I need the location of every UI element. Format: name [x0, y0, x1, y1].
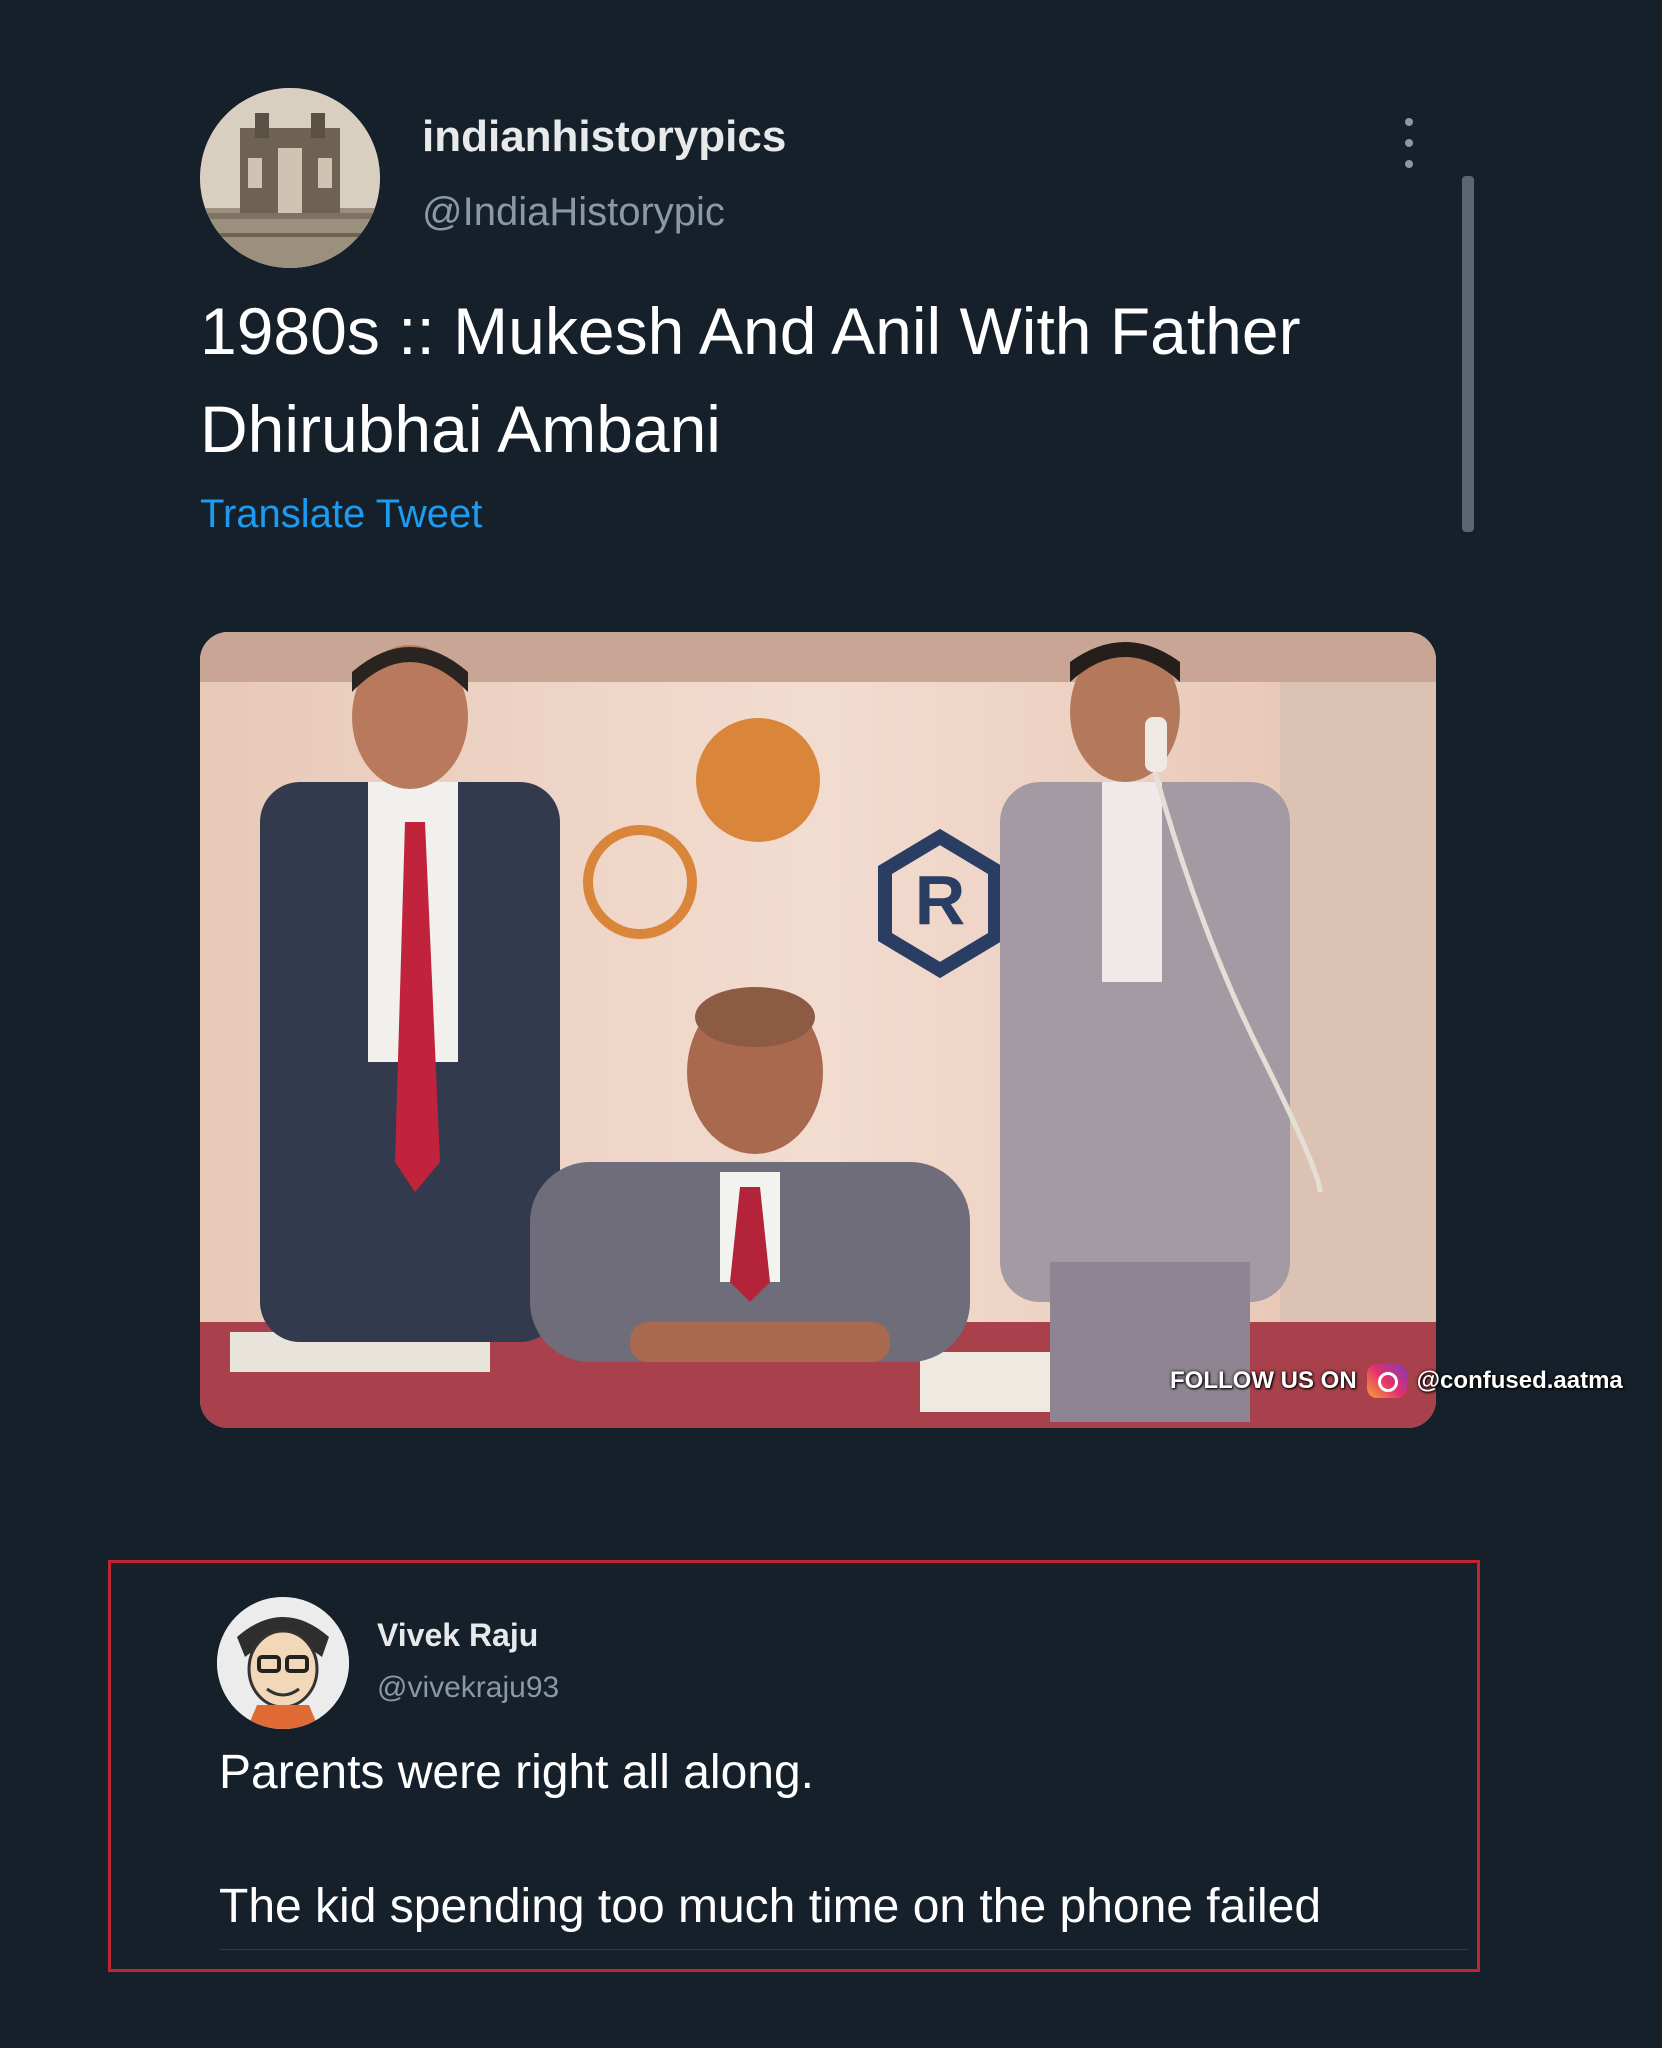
translate-tweet-link[interactable]: Translate Tweet: [200, 492, 482, 537]
watermark-handle: @confused.aatma: [1416, 1367, 1623, 1394]
reply-avatar[interactable]: [217, 1597, 349, 1729]
author-name[interactable]: indianhistorypics: [422, 112, 786, 162]
author-avatar[interactable]: [200, 88, 380, 268]
tweet-text-line: 1980s :: Mukesh And Anil With Father: [200, 294, 1301, 368]
watermark: FOLLOW US ON @confused.aatma: [1170, 1364, 1623, 1398]
logo-circle: [696, 718, 820, 842]
reply-author-handle[interactable]: @vivekraju93: [377, 1671, 559, 1705]
highlighted-reply: Vivek Raju @vivekraju93 Parents were rig…: [108, 1560, 1480, 1972]
author-handle[interactable]: @IndiaHistorypic: [422, 190, 725, 235]
tweet-photo[interactable]: R: [200, 632, 1436, 1428]
tweet-text: 1980s :: Mukesh And Anil With Father Dhi…: [200, 282, 1460, 478]
reply-text-line: Parents were right all along.: [219, 1746, 814, 1799]
watermark-prefix: FOLLOW US ON: [1170, 1367, 1357, 1394]
scrollbar[interactable]: [1462, 176, 1474, 532]
more-options-icon[interactable]: [1394, 118, 1424, 168]
reply-author-name[interactable]: Vivek Raju: [377, 1617, 538, 1654]
gateway-photo-icon: [200, 88, 380, 268]
photo-illustration: R: [200, 632, 1436, 1428]
cartoon-avatar-icon: [217, 1597, 349, 1729]
instagram-icon: [1366, 1364, 1407, 1398]
svg-text:R: R: [915, 861, 966, 939]
divider: [219, 1949, 1469, 1950]
reply-text-line: The kid spending too much time on the ph…: [219, 1880, 1322, 1933]
main-tweet: indianhistorypics @IndiaHistorypic 1980s…: [0, 0, 1662, 1460]
tweet-text-line: Dhirubhai Ambani: [200, 392, 721, 466]
